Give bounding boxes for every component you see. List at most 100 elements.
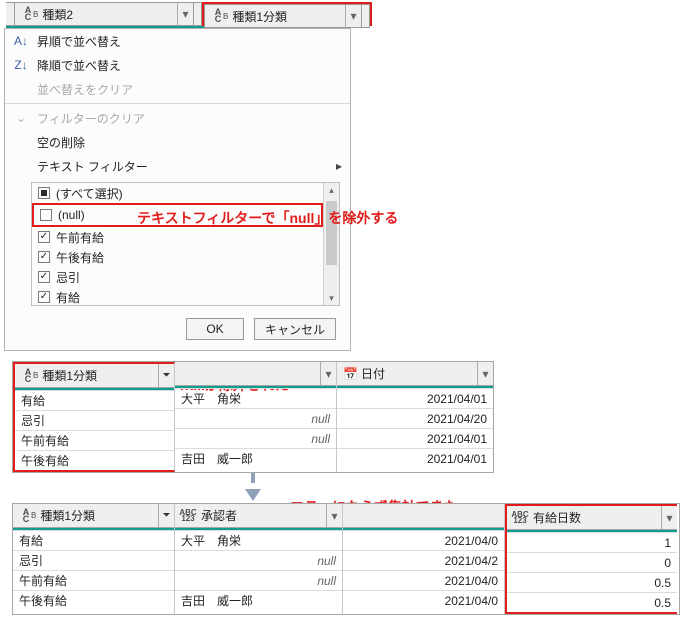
column-dropdown-button[interactable]: ▾ xyxy=(177,3,193,25)
menu-sort-asc[interactable]: A↓ 昇順で並べ替え xyxy=(5,29,350,53)
column-header[interactable]: ABC123 承認者 ▾ xyxy=(175,504,342,528)
check-label: 有給 xyxy=(56,289,80,306)
column-dropdown-button[interactable]: ▾ xyxy=(345,5,361,27)
clear-filter-icon: ⌄ xyxy=(13,111,29,125)
highlight-box-header: AC B 種類1分類 ▾ xyxy=(202,2,372,26)
scrollbar[interactable]: ▴ ▾ xyxy=(323,183,339,305)
filter-check-item[interactable]: ✓ 午前有給 xyxy=(32,227,323,247)
checkbox-icon[interactable]: ✓ xyxy=(38,231,50,243)
button-label: キャンセル xyxy=(265,321,325,338)
result-table-1: AC B 種類1分類 ⏷ 有給 忌引 午前有給 午後有給 ▾ 大平 角栄 nul… xyxy=(12,361,494,473)
filter-value-list: (すべて選択) (null) ✓ 午前有給 ✓ 午後有給 ✓ 忌引 ✓ xyxy=(31,182,340,306)
check-label: 忌引 xyxy=(56,269,80,286)
checkbox-mixed-icon[interactable] xyxy=(38,187,50,199)
menu-label: フィルターのクリア xyxy=(37,110,145,127)
table-cell[interactable]: 2021/04/0 xyxy=(343,590,504,610)
table-cell[interactable]: 大平 角栄 xyxy=(175,530,342,550)
column-header[interactable]: AC B 種類1分類 ⏷ xyxy=(13,504,174,528)
any-type-icon: ABC123 xyxy=(511,512,529,524)
table-cell[interactable]: 午後有給 xyxy=(13,590,174,610)
filter-check-item[interactable]: ✓ 忌引 xyxy=(32,267,323,287)
filter-check-item[interactable]: ✓ 有給 xyxy=(32,287,323,305)
table-cell[interactable]: 有給 xyxy=(15,390,174,410)
table-cell[interactable]: 2021/04/0 xyxy=(343,570,504,590)
cancel-button[interactable]: キャンセル xyxy=(254,318,336,340)
table-cell[interactable]: 0.5 xyxy=(507,572,677,592)
column-dropdown-button[interactable]: ⏷ xyxy=(158,364,174,387)
table-cell[interactable]: 午前有給 xyxy=(13,570,174,590)
table-cell[interactable]: 忌引 xyxy=(15,410,174,430)
menu-clear-filter: ⌄ フィルターのクリア xyxy=(5,106,350,130)
checkbox-icon[interactable]: ✓ xyxy=(38,251,50,263)
table-cell[interactable]: null xyxy=(175,428,336,448)
table-cell[interactable]: 2021/04/2 xyxy=(343,550,504,570)
table-cell[interactable]: 午後有給 xyxy=(15,450,174,470)
check-label: (すべて選択) xyxy=(56,185,123,202)
any-type-icon: ABC123 xyxy=(179,510,197,522)
column-header[interactable]: ABC123 有給日数 ▾ xyxy=(507,506,677,530)
table-cell[interactable]: 0.5 xyxy=(507,592,677,612)
table-cell[interactable]: 忌引 xyxy=(13,550,174,570)
column-spacer xyxy=(194,2,202,26)
table-cell[interactable]: 2021/04/01 xyxy=(337,428,493,448)
menu-label: 空の削除 xyxy=(37,134,85,151)
table-cell[interactable]: 2021/04/0 xyxy=(343,530,504,550)
filter-check-item[interactable]: ✓ 午後有給 xyxy=(32,247,323,267)
row-gutter xyxy=(6,2,14,26)
chevron-right-icon: ▸ xyxy=(336,159,342,173)
column-header-shurui1bunrui[interactable]: AC B 種類1分類 ▾ xyxy=(204,4,362,28)
table-cell[interactable]: 2021/04/01 xyxy=(337,388,493,408)
highlight-box-col1: AC B 種類1分類 ⏷ 有給 忌引 午前有給 午後有給 xyxy=(13,362,175,472)
table-cell[interactable]: 吉田 威一郎 xyxy=(175,448,336,468)
table-cell[interactable]: 2021/04/01 xyxy=(337,448,493,468)
sort-asc-icon: A↓ xyxy=(13,34,29,48)
column-label: 種類2 xyxy=(38,6,177,23)
check-label: 午前有給 xyxy=(56,229,104,246)
table-cell[interactable]: 午前有給 xyxy=(15,430,174,450)
scroll-down-icon[interactable]: ▾ xyxy=(324,291,339,305)
column-dropdown-button[interactable]: ▾ xyxy=(477,362,493,385)
menu-label: 昇順で並べ替え xyxy=(37,33,121,50)
column-header[interactable]: ▾ xyxy=(175,362,336,386)
column-header[interactable]: 📅 日付 ▾ xyxy=(337,362,493,386)
scroll-up-icon[interactable]: ▴ xyxy=(324,183,339,197)
filter-check-select-all[interactable]: (すべて選択) xyxy=(32,183,323,203)
filter-active-icon: ⏷ xyxy=(163,370,171,381)
table-cell[interactable]: 吉田 威一郎 xyxy=(175,590,342,610)
column-header[interactable] xyxy=(343,504,504,528)
check-label: (null) xyxy=(58,208,85,222)
table-cell[interactable]: null xyxy=(175,550,342,570)
checkbox-icon[interactable] xyxy=(40,209,52,221)
checkbox-icon[interactable]: ✓ xyxy=(38,271,50,283)
column-label: 種類1分類 xyxy=(38,367,158,384)
table-cell[interactable]: null xyxy=(175,570,342,590)
table-cell[interactable]: 大平 角栄 xyxy=(175,388,336,408)
menu-remove-empty[interactable]: 空の削除 xyxy=(5,130,350,154)
column-header[interactable]: AC B 種類1分類 ⏷ xyxy=(15,364,174,388)
date-type-icon: 📅 xyxy=(343,367,357,381)
table-cell[interactable]: 2021/04/20 xyxy=(337,408,493,428)
column-header-shurui2[interactable]: AC B 種類2 ▾ xyxy=(14,2,194,26)
ok-button[interactable]: OK xyxy=(186,318,244,340)
column-dropdown-button[interactable]: ▾ xyxy=(320,362,336,385)
button-label: OK xyxy=(206,322,223,336)
column-label: 承認者 xyxy=(197,507,326,524)
checkbox-icon[interactable]: ✓ xyxy=(38,291,50,303)
column-dropdown-button[interactable]: ▾ xyxy=(661,506,677,529)
column-label: 種類1分類 xyxy=(228,8,345,25)
table-cell[interactable]: 0 xyxy=(507,552,677,572)
table-cell[interactable]: null xyxy=(175,408,336,428)
sort-desc-icon: Z↓ xyxy=(13,58,29,72)
column-dropdown-button[interactable]: ▾ xyxy=(326,504,342,527)
filter-active-icon: ⏷ xyxy=(163,510,171,521)
table-cell[interactable]: 有給 xyxy=(13,530,174,550)
highlight-box-col4: ABC123 有給日数 ▾ 1 0 0.5 0.5 xyxy=(505,504,677,614)
menu-sort-desc[interactable]: Z↓ 降順で並べ替え xyxy=(5,53,350,77)
table-cell[interactable]: 1 xyxy=(507,532,677,552)
check-label: 午後有給 xyxy=(56,249,104,266)
menu-text-filter[interactable]: テキスト フィルター ▸ xyxy=(5,154,350,178)
filter-context-menu: A↓ 昇順で並べ替え Z↓ 降順で並べ替え 並べ替えをクリア ⌄ フィルターのク… xyxy=(4,28,351,351)
menu-separator xyxy=(5,103,350,104)
column-label: 種類1分類 xyxy=(36,507,158,524)
column-dropdown-button[interactable]: ⏷ xyxy=(158,504,174,527)
